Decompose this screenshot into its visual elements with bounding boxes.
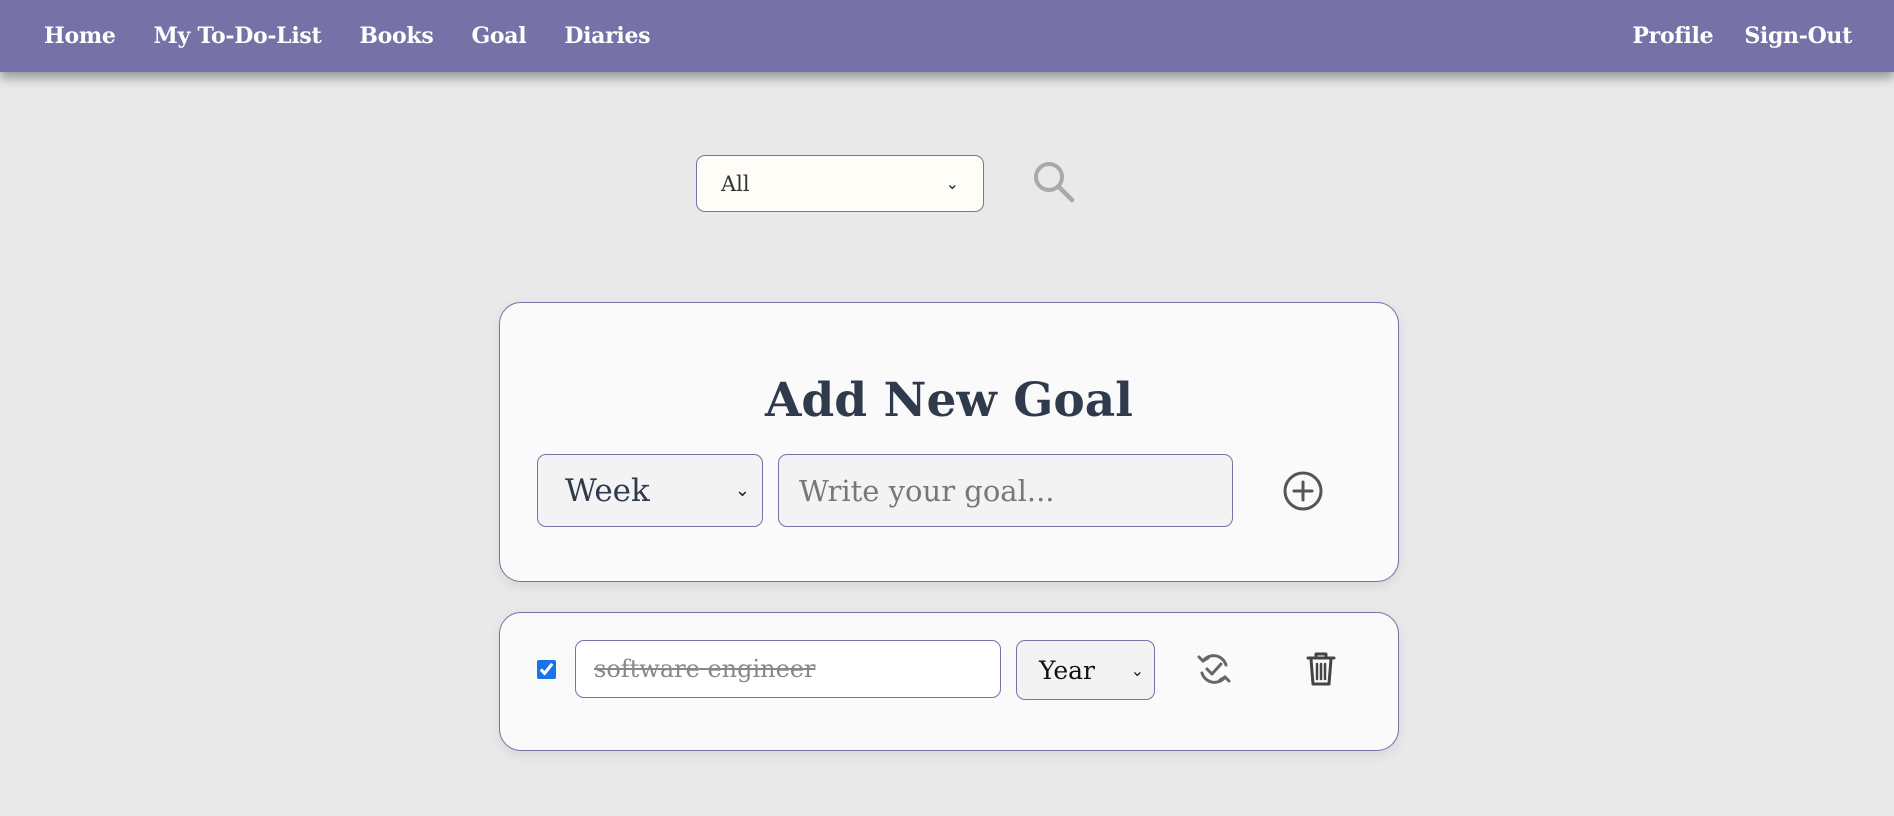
goal-filter-value: All <box>721 171 750 196</box>
nav-goal[interactable]: Goal <box>471 23 526 49</box>
top-navbar: Home My To-Do-List Books Goal Diaries Pr… <box>0 0 1894 72</box>
add-goal-button[interactable] <box>1282 470 1324 512</box>
delete-goal-button[interactable] <box>1305 651 1337 687</box>
goal-input[interactable] <box>778 454 1233 527</box>
goal-item-text[interactable]: software engineer <box>575 640 1001 698</box>
chevron-down-icon: ⌄ <box>945 174 959 193</box>
nav-left-group: Home My To-Do-List Books Goal Diaries <box>44 23 651 49</box>
nav-profile[interactable]: Profile <box>1632 23 1713 49</box>
search-icon[interactable] <box>1032 160 1076 204</box>
nav-diaries[interactable]: Diaries <box>564 23 650 49</box>
goal-filter-select[interactable]: All ⌄ <box>696 155 984 212</box>
goal-period-select[interactable]: Week ⌄ <box>537 454 763 527</box>
nav-sign-out[interactable]: Sign-Out <box>1744 23 1852 49</box>
goal-item-card: software engineer Year ⌄ <box>499 612 1399 751</box>
goal-item-period-select[interactable]: Year ⌄ <box>1016 640 1155 700</box>
add-goal-title: Add New Goal <box>764 373 1134 428</box>
chevron-down-icon: ⌄ <box>734 480 750 501</box>
nav-home[interactable]: Home <box>44 23 116 49</box>
nav-right-group: Profile Sign-Out <box>1632 23 1852 49</box>
chevron-down-icon: ⌄ <box>1130 660 1144 680</box>
goal-period-value: Week <box>565 472 650 509</box>
nav-books[interactable]: Books <box>359 23 433 49</box>
plus-circle-icon <box>1283 471 1323 511</box>
add-goal-card: Add New Goal Week ⌄ <box>499 302 1399 582</box>
refresh-check-icon <box>1197 654 1231 684</box>
goal-done-checkbox[interactable] <box>537 660 556 679</box>
nav-my-todo-list[interactable]: My To-Do-List <box>154 23 322 49</box>
goal-item-period-value: Year <box>1039 655 1095 685</box>
update-goal-button[interactable] <box>1196 651 1232 687</box>
trash-icon <box>1306 652 1336 686</box>
